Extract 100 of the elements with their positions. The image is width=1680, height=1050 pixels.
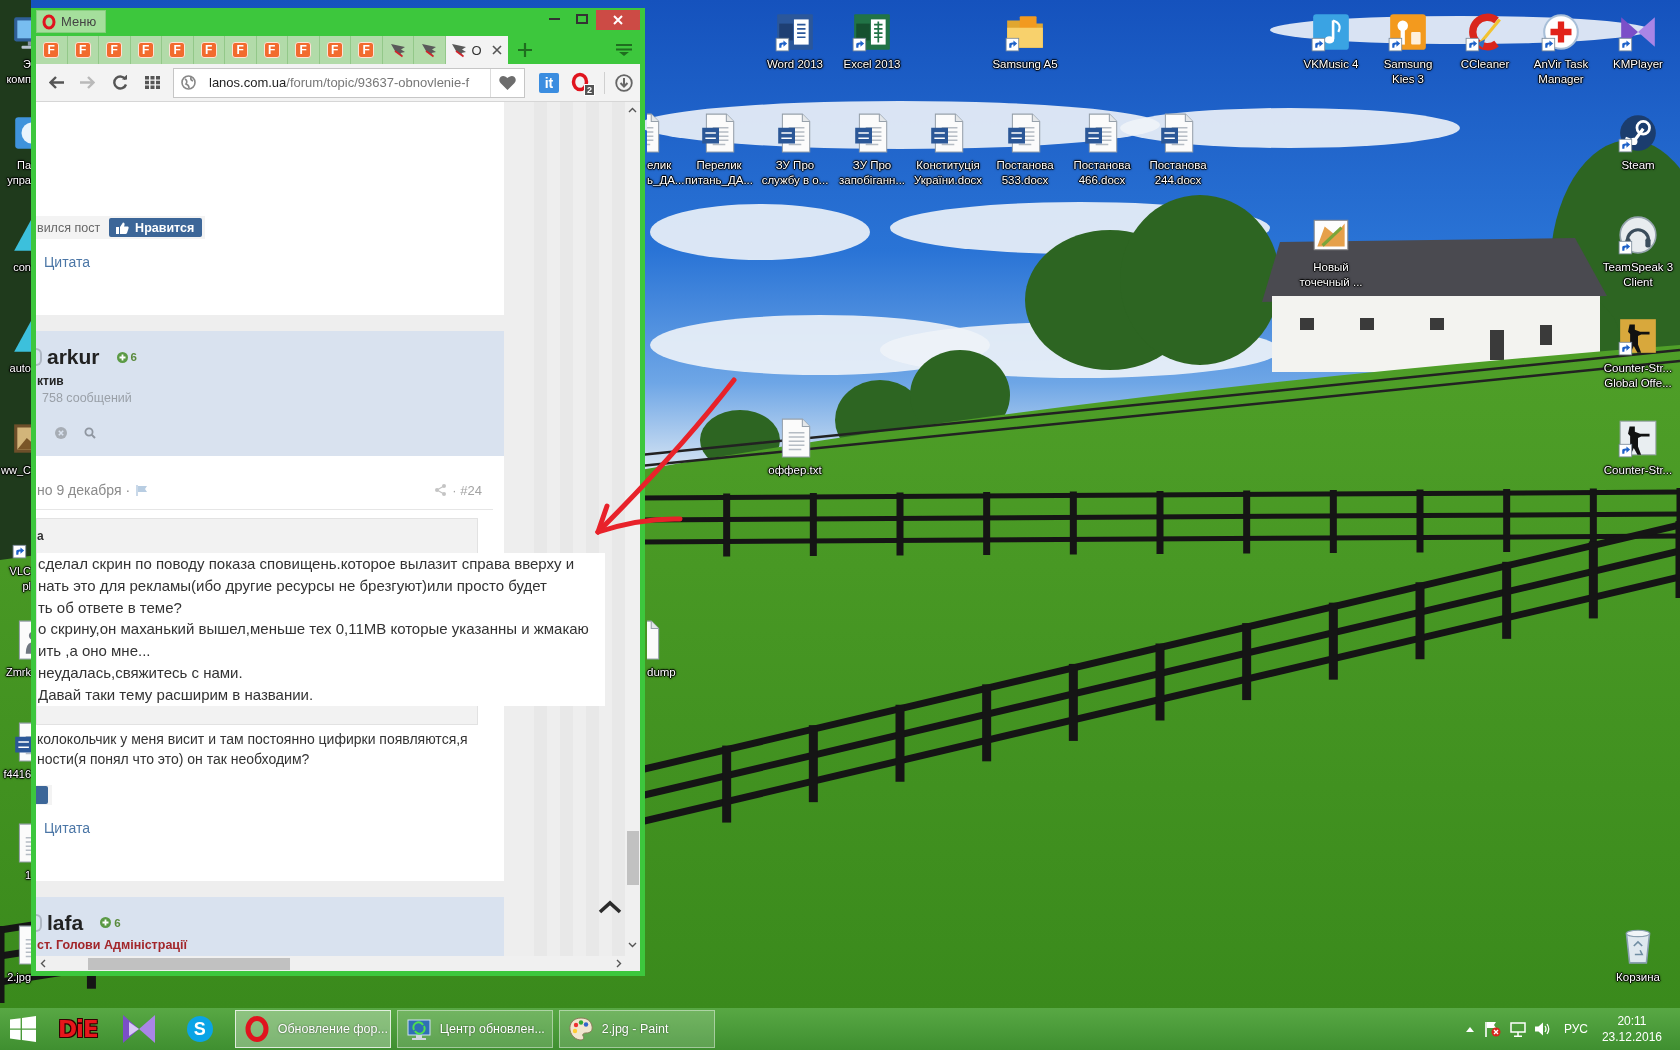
like-button[interactable]: Нравится xyxy=(109,218,203,237)
volume-icon[interactable] xyxy=(1534,1022,1550,1036)
tab[interactable]: F xyxy=(319,36,351,64)
tab[interactable] xyxy=(382,36,414,64)
close-button[interactable] xyxy=(596,9,640,30)
spreadsheet-app-icon[interactable] xyxy=(851,11,893,53)
icon-label[interactable]: KMPlayer xyxy=(1613,57,1663,72)
post-number[interactable]: · #24 xyxy=(452,482,482,498)
icon-label[interactable]: елик ь_ДА... xyxy=(647,158,685,188)
icon-label[interactable]: ЗУ Про запобіганн... xyxy=(838,158,906,188)
icon-label[interactable]: ЗУ Про службу в о... xyxy=(761,158,829,188)
tab-menu-icon[interactable] xyxy=(616,44,632,56)
tab[interactable]: F xyxy=(225,36,257,64)
vertical-scrollbar[interactable] xyxy=(625,102,640,956)
bowtie-icon[interactable] xyxy=(121,1014,156,1044)
maximize-icon[interactable] xyxy=(576,14,588,24)
tab[interactable]: F xyxy=(162,36,194,64)
icon-label[interactable]: VLC pl xyxy=(9,564,31,594)
icon-label[interactable]: AnVir Task Manager xyxy=(1533,57,1589,87)
icon-label[interactable]: ww_C xyxy=(1,463,31,478)
icon-label[interactable]: Па упра xyxy=(7,158,31,188)
flag-icon[interactable] xyxy=(1483,1021,1501,1037)
icon-label[interactable]: Excel 2013 xyxy=(843,57,901,72)
horizontal-scrollbar[interactable] xyxy=(36,956,640,971)
chevron-up-icon[interactable] xyxy=(628,107,637,113)
ring-icon xyxy=(42,13,56,30)
icon-label[interactable]: Steam xyxy=(1621,158,1655,173)
icon-label[interactable]: VKMusic 4 xyxy=(1303,57,1359,72)
icon-label[interactable]: Перелик питань_ДА... xyxy=(685,158,753,188)
ring-icon[interactable] xyxy=(571,71,589,92)
piston-logo-icon[interactable] xyxy=(1617,112,1659,154)
icon-label[interactable]: Word 2013 xyxy=(766,57,823,72)
icon-label[interactable]: оффер.txt xyxy=(768,463,822,478)
icon-label[interactable]: Counter-Str... Global Offe... xyxy=(1603,361,1673,391)
icon-label[interactable]: Корзина xyxy=(1616,970,1660,985)
extension-button[interactable]: it xyxy=(539,72,559,93)
clock-time[interactable]: 20:11 xyxy=(1617,1013,1647,1029)
taskbar-button[interactable]: Центр обновлен... xyxy=(396,1010,553,1048)
icon-label[interactable]: 1 xyxy=(24,868,31,883)
chevron-left-icon[interactable] xyxy=(40,959,46,968)
quote-text: сделал скрин по поводу показа сповищень.которое вылазит справа вверху и нать это для рекламы(ибо другие ресурсы не брезгуют)или просто будет ть об ответе в теме? о скрину,он маханький вышел,меньше тех 0,11МВ которые указанны и жмакаю ить ,а оно мне... неудалась,свяжитесь с нами. Давай таки тему расширим в названии. xyxy=(37,553,605,706)
chevron-right-icon[interactable] xyxy=(616,959,622,968)
tab[interactable]: О xyxy=(445,36,508,64)
tab[interactable]: F xyxy=(351,36,383,64)
start-icon[interactable] xyxy=(10,1016,36,1042)
network-icon[interactable] xyxy=(1509,1021,1526,1037)
icon-label[interactable]: TeamSpeak 3 Client xyxy=(1602,260,1674,290)
icon-label[interactable]: Samsung A5 xyxy=(992,57,1058,72)
grid-icon[interactable] xyxy=(145,76,160,89)
minimize-icon[interactable] xyxy=(548,18,560,20)
tab[interactable] xyxy=(414,36,446,64)
author-name[interactable]: arkur xyxy=(47,345,100,369)
author-name[interactable]: lafa xyxy=(47,910,84,935)
plus-icon[interactable] xyxy=(517,43,532,57)
icon-label[interactable]: Samsung Kies 3 xyxy=(1383,57,1433,87)
key-tile-icon[interactable] xyxy=(1387,11,1429,53)
icon-label[interactable]: Постанова 244.docx xyxy=(1149,158,1207,188)
tab[interactable]: F xyxy=(193,36,225,64)
tab[interactable]: F xyxy=(67,36,99,64)
language-indicator[interactable]: РУС xyxy=(1563,1022,1588,1036)
tab[interactable]: F xyxy=(99,36,131,64)
icon-label[interactable]: f4416 xyxy=(3,767,31,782)
chevron-up-icon[interactable] xyxy=(598,900,622,914)
icon-label[interactable]: Zmrk xyxy=(5,665,31,680)
quote-link[interactable]: Цитата xyxy=(44,253,90,271)
pinned-app[interactable]: S xyxy=(186,1016,213,1042)
heart-icon[interactable] xyxy=(499,75,516,90)
document-app-icon[interactable] xyxy=(774,11,816,53)
reload-icon[interactable] xyxy=(113,75,128,90)
icon-label[interactable]: Новый точечный ... xyxy=(1299,260,1363,290)
back-icon[interactable] xyxy=(49,76,64,89)
icon-label[interactable]: Э комп xyxy=(6,57,31,87)
chevron-down-icon[interactable] xyxy=(628,942,637,948)
download-icon[interactable] xyxy=(615,73,633,92)
icon-label[interactable]: auto xyxy=(9,361,31,376)
quote-link[interactable]: Цитата xyxy=(44,818,90,837)
headset-icon[interactable] xyxy=(1617,214,1659,256)
address-field[interactable]: lanos.com.ua/forum/topic/93637-obnovlenie-f xyxy=(173,67,525,98)
tab[interactable]: F xyxy=(36,36,68,64)
like-button[interactable] xyxy=(36,785,48,804)
scroll-thumb[interactable] xyxy=(626,831,639,885)
tab[interactable]: F xyxy=(256,36,288,64)
taskbar-button[interactable]: 2.jpg - Paint xyxy=(558,1010,715,1048)
close-icon[interactable] xyxy=(491,45,502,55)
tab[interactable]: F xyxy=(288,36,320,64)
icon-label[interactable]: Постанова 466.docx xyxy=(1073,158,1131,188)
cross-icon[interactable] xyxy=(1540,11,1582,53)
clock-date[interactable]: 23.12.2016 xyxy=(1601,1029,1662,1045)
icon-label[interactable]: dump xyxy=(647,665,676,680)
icon-label[interactable]: CCleaner xyxy=(1460,57,1510,72)
icon-label[interactable]: Counter-Str... xyxy=(1603,463,1673,478)
icon-label[interactable]: Постанова 533.docx xyxy=(996,158,1054,188)
icon-label[interactable]: 2.jpg xyxy=(7,970,31,985)
music-note-icon[interactable] xyxy=(1310,11,1352,53)
globe-icon[interactable] xyxy=(181,75,196,90)
icon-label[interactable]: Конституція України.docx xyxy=(913,158,983,188)
tab[interactable]: F xyxy=(130,36,162,64)
icon-label[interactable]: con xyxy=(13,260,31,275)
scroll-thumb[interactable] xyxy=(88,957,290,970)
menu-button[interactable]: Меню xyxy=(36,10,107,33)
